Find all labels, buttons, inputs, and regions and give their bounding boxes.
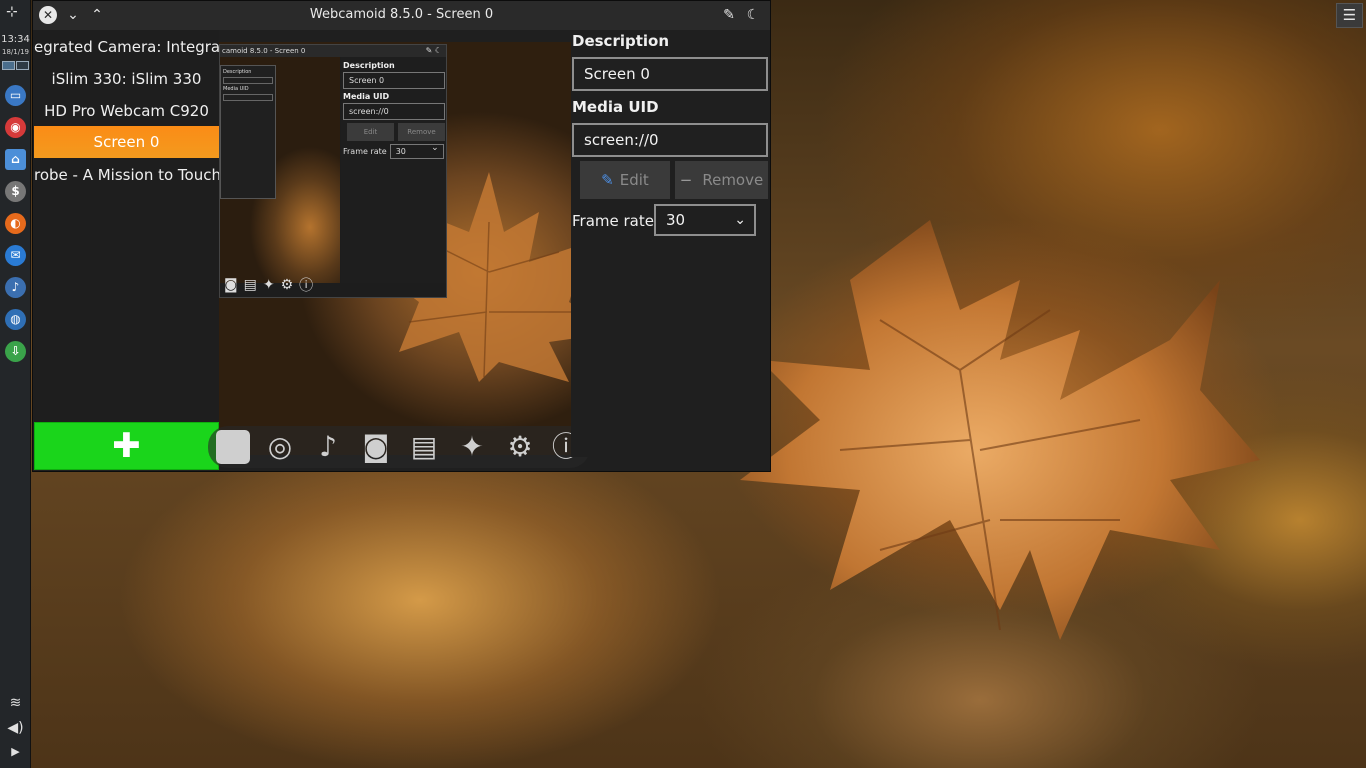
nested-sub-field <box>223 94 273 101</box>
record-icon[interactable]: ◉ <box>5 117 26 138</box>
frame-rate-select[interactable]: 30 ⌄ <box>654 204 756 236</box>
nested-description-label: Description <box>343 61 395 70</box>
window-titlebar[interactable]: ✕ ⌄ ⌃ Webcamoid 8.5.0 - Screen 0 ✎ ☾ <box>33 1 770 30</box>
nested-edit-button: Edit <box>347 123 394 141</box>
media-uid-field[interactable]: screen://0 <box>572 123 768 157</box>
webcamoid-window: ✕ ⌄ ⌃ Webcamoid 8.5.0 - Screen 0 ✎ ☾ cam… <box>32 0 771 472</box>
minus-icon: − <box>679 171 693 189</box>
description-field[interactable]: Screen 0 <box>572 57 768 91</box>
hamburger-menu-icon[interactable]: ☰ <box>1336 3 1363 28</box>
nested-titlebar: camoid 8.5.0 - Screen 0 ✎ ☾ <box>220 45 446 57</box>
firefox-icon[interactable]: ◐ <box>5 213 26 234</box>
thunderbird-icon[interactable]: ✉ <box>5 245 26 266</box>
device-item-video-file[interactable]: robe - A Mission to Touch t <box>34 159 219 191</box>
main-toolbar: ◎ ♪ ◙ ▤ ✦ ⚙ ⓘ <box>208 426 590 468</box>
edit-button[interactable]: ✎ Edit <box>580 161 670 199</box>
remove-button[interactable]: − Remove <box>675 161 768 199</box>
film-strip-icon[interactable]: ▤ <box>406 429 442 465</box>
nested-frame-rate-select: 30 <box>389 142 444 159</box>
camera-icon[interactable]: ◙ <box>358 429 394 465</box>
add-source-button[interactable]: ✚ <box>34 422 219 470</box>
taskbar: ⊹ 13:34 18/1/19 ▭ ◉ ⌂ $ ◐ ✉ ♪ ◍ ⇩ ≋ ◀) ▶ <box>0 0 31 768</box>
night-mode-icon[interactable]: ☾ <box>743 5 763 25</box>
display-icon[interactable]: ▭ <box>5 85 26 106</box>
app-menu-icon[interactable]: ⊹ <box>6 4 18 20</box>
description-label: Description <box>572 32 670 50</box>
settings-gear-icon[interactable]: ⚙ <box>502 429 538 465</box>
nested-uid-field: screen://0 <box>343 103 445 120</box>
wifi-icon[interactable]: ≋ <box>0 695 31 711</box>
nested-description-field: Screen 0 <box>343 72 445 89</box>
nested-toolbar: ◙ ▤ ✦ ⚙ ⓘ <box>220 273 446 297</box>
source-config-panel: Description Screen 0 Media UID screen://… <box>571 30 770 457</box>
clock-date[interactable]: 18/1/19 <box>0 48 31 56</box>
device-item-islim-330[interactable]: iSlim 330: iSlim 330 <box>34 63 219 95</box>
device-list: egrated Camera: Integrate iSlim 330: iSl… <box>34 30 219 422</box>
nested-titlebar-icons: ✎ ☾ <box>425 46 442 55</box>
download-icon[interactable]: ⇩ <box>5 341 26 362</box>
nested-video-area: Description Media UID <box>220 57 340 283</box>
nested-uid-label: Media UID <box>343 92 390 101</box>
virtual-desktop-pager[interactable] <box>2 61 29 70</box>
pencil-icon: ✎ <box>601 171 614 189</box>
edit-button-label: Edit <box>619 171 649 189</box>
settings-gear-icon: ⚙ <box>280 277 294 293</box>
pin-icon[interactable]: ✎ <box>719 5 739 25</box>
magic-wand-icon: ✦ <box>262 277 275 293</box>
camera-icon: ◙ <box>224 277 238 293</box>
clock-time[interactable]: 13:34 <box>0 34 31 45</box>
music-note-icon[interactable]: ♪ <box>310 429 346 465</box>
device-item-screen-0[interactable]: Screen 0 <box>34 126 219 158</box>
browser-icon[interactable]: ◍ <box>5 309 26 330</box>
nested-config-panel: Description Screen 0 Media UID screen://… <box>341 57 446 283</box>
nested-sub-uid-label: Media UID <box>223 86 249 92</box>
device-item-hd-pro-webcam[interactable]: HD Pro Webcam C920 <box>34 95 219 127</box>
media-uid-label: Media UID <box>572 98 659 116</box>
nested-title: camoid 8.5.0 - Screen 0 <box>222 47 306 55</box>
nested-sub-description-label: Description <box>223 69 252 75</box>
nested-sub-window: Description Media UID <box>220 65 276 199</box>
nested-preview-window: camoid 8.5.0 - Screen 0 ✎ ☾ Description … <box>219 44 447 298</box>
info-icon: ⓘ <box>299 278 314 294</box>
autumn-leaf-wallpaper <box>740 220 1260 640</box>
film-strip-icon: ▤ <box>243 277 257 293</box>
webcam-icon[interactable]: ◎ <box>262 429 298 465</box>
home-folder-icon[interactable]: ⌂ <box>5 149 26 170</box>
nested-frame-rate-label: Frame rate <box>343 147 387 156</box>
chevron-down-icon: ⌄ <box>734 212 746 228</box>
nested-sub-field <box>223 77 273 84</box>
terminal-icon[interactable]: $ <box>5 181 26 202</box>
magic-wand-icon[interactable]: ✦ <box>454 429 490 465</box>
video-placeholder-icon[interactable] <box>216 430 250 464</box>
music-icon[interactable]: ♪ <box>5 277 26 298</box>
volume-icon[interactable]: ◀) <box>0 720 31 736</box>
video-preview: camoid 8.5.0 - Screen 0 ✎ ☾ Description … <box>219 42 571 455</box>
expand-arrow-icon[interactable]: ▶ <box>0 745 31 758</box>
window-title: Webcamoid 8.5.0 - Screen 0 <box>309 7 494 22</box>
frame-rate-value: 30 <box>666 211 686 229</box>
device-item-integrated-camera[interactable]: egrated Camera: Integrate <box>34 31 219 63</box>
remove-button-label: Remove <box>702 171 764 189</box>
nested-remove-button: Remove <box>398 123 445 141</box>
frame-rate-label: Frame rate <box>572 212 654 230</box>
